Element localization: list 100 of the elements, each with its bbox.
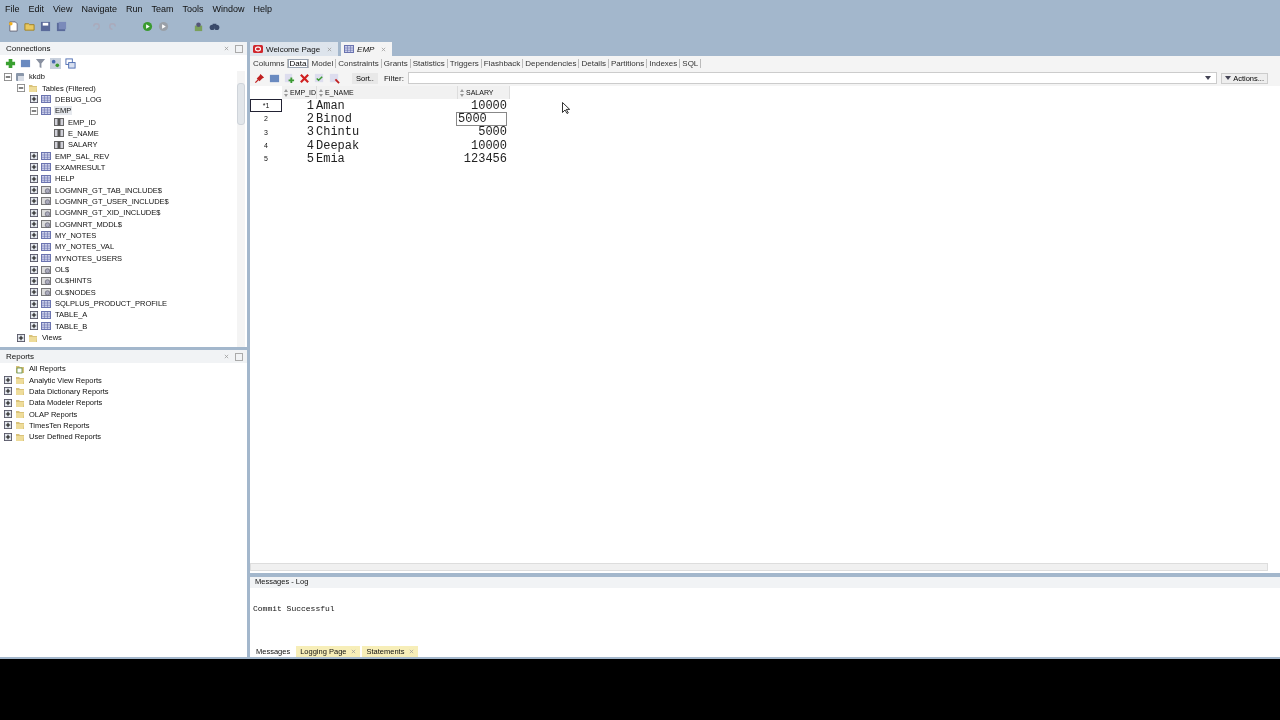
tab[interactable]: Indexes	[647, 58, 681, 68]
table-cell-text: Emia	[316, 152, 345, 166]
menu-item[interactable]: Help	[250, 3, 278, 14]
table-cell-text: 4	[305, 138, 315, 153]
save-icon[interactable]	[40, 21, 51, 32]
rollback-icon[interactable]	[329, 72, 340, 84]
tab[interactable]: Dependencies	[523, 58, 580, 68]
table-cell-text: 5000	[477, 125, 507, 139]
tab[interactable]: Data	[287, 58, 310, 68]
commit-icon[interactable]	[314, 72, 325, 84]
expand-toggle[interactable]	[30, 288, 38, 297]
run-icon[interactable]	[142, 21, 153, 32]
scrollbar[interactable]	[250, 563, 1268, 571]
save-all-icon[interactable]	[56, 21, 67, 32]
expand-toggle[interactable]	[30, 186, 38, 195]
expand-toggle[interactable]	[30, 310, 38, 319]
editor-tab[interactable]: Welcome Page	[250, 42, 339, 56]
expand-toggle[interactable]	[30, 95, 38, 104]
mouse-pointer-icon	[562, 102, 570, 114]
expand-toggle[interactable]	[17, 333, 25, 342]
tab[interactable]: Model	[309, 58, 337, 68]
insert-row-icon[interactable]	[284, 72, 295, 84]
expand-toggle[interactable]	[30, 276, 38, 285]
sort-icon[interactable]	[319, 88, 323, 97]
add-icon[interactable]	[5, 57, 16, 69]
tab[interactable]: Constraints	[336, 58, 382, 68]
tab[interactable]: Details	[579, 58, 609, 68]
expand-toggle[interactable]	[30, 208, 38, 217]
sort-icon[interactable]	[460, 88, 464, 97]
expand-toggle[interactable]	[30, 322, 38, 331]
table-icon	[41, 298, 51, 309]
folder-icon	[15, 420, 25, 431]
menu-item[interactable]: Team	[148, 3, 180, 14]
tab[interactable]: Statistics	[410, 58, 448, 68]
temp-table-icon	[41, 207, 51, 218]
table-cell-text: 10000	[470, 99, 507, 113]
expand-toggle[interactable]	[4, 410, 12, 419]
delete-icon[interactable]	[299, 72, 310, 84]
tab[interactable]: Triggers	[447, 58, 482, 68]
cell-editor[interactable]: 5000	[456, 112, 507, 126]
menu-item[interactable]: View	[50, 3, 79, 14]
scrollbar[interactable]	[237, 71, 245, 347]
oracle-icon	[253, 44, 263, 54]
table-cell-text: Binod	[316, 112, 353, 126]
table-icon	[41, 162, 51, 173]
expand-toggle[interactable]	[30, 174, 38, 183]
temp-table-icon	[41, 219, 51, 230]
panel-title: Reports	[6, 352, 34, 361]
tab[interactable]: SQL	[680, 58, 702, 68]
pin-icon[interactable]	[254, 72, 265, 84]
table-cell-text: 2	[305, 112, 315, 126]
sort-icon[interactable]	[284, 88, 288, 97]
expand-toggle[interactable]	[30, 231, 38, 240]
collapse-toggle[interactable]	[17, 84, 25, 92]
schema-icon[interactable]	[50, 57, 61, 69]
filter-icon[interactable]	[35, 57, 46, 69]
filter-field[interactable]	[407, 72, 1218, 84]
menu-item[interactable]: File	[2, 3, 26, 14]
folder-icon	[15, 375, 25, 385]
table-icon	[344, 44, 355, 54]
editor-tab[interactable]: EMP	[341, 42, 393, 56]
debug-icon[interactable]	[158, 21, 169, 32]
menu-item[interactable]: Navigate	[78, 3, 123, 14]
dropdown-arrow-icon[interactable]	[1205, 76, 1212, 80]
expand-toggle[interactable]	[4, 421, 12, 430]
windows-icon[interactable]	[65, 57, 76, 69]
binoculars-icon[interactable]	[209, 21, 220, 32]
dropdown-arrow-icon[interactable]	[1225, 76, 1232, 80]
table-cell-text: 5	[305, 152, 315, 166]
new-file-icon[interactable]	[8, 21, 19, 32]
expand-toggle[interactable]	[30, 197, 38, 206]
menu-item[interactable]: Edit	[25, 3, 51, 14]
expand-toggle[interactable]	[4, 398, 12, 407]
expand-toggle[interactable]	[30, 220, 38, 229]
filter-label: Filter:	[383, 73, 404, 83]
panel-title: Connections	[6, 44, 51, 53]
expand-toggle[interactable]	[30, 242, 38, 251]
temp-table-icon	[41, 185, 51, 196]
table-icon	[41, 230, 51, 241]
temp-table-icon	[41, 196, 51, 207]
collapse-toggle[interactable]	[30, 106, 38, 115]
expand-toggle[interactable]	[4, 387, 12, 396]
collapse-toggle[interactable]	[4, 72, 12, 81]
expand-toggle[interactable]	[30, 152, 38, 161]
expand-toggle[interactable]	[30, 254, 38, 263]
expand-toggle[interactable]	[30, 299, 38, 308]
expand-toggle[interactable]	[30, 265, 38, 274]
tab[interactable]: Columns	[251, 58, 288, 68]
folder-icon	[15, 409, 25, 420]
menu-item[interactable]: Run	[122, 3, 149, 14]
tab[interactable]: Partitions	[608, 58, 648, 68]
tab[interactable]: Grants	[381, 58, 411, 68]
column-icon	[54, 139, 64, 150]
expand-toggle[interactable]	[4, 376, 12, 384]
menu-item[interactable]: Window	[209, 3, 251, 14]
table-icon	[41, 309, 51, 320]
tab[interactable]: Flashback	[481, 58, 524, 68]
expand-toggle[interactable]	[30, 163, 38, 172]
menu-item[interactable]: Tools	[179, 3, 210, 14]
expand-toggle[interactable]	[4, 432, 12, 441]
